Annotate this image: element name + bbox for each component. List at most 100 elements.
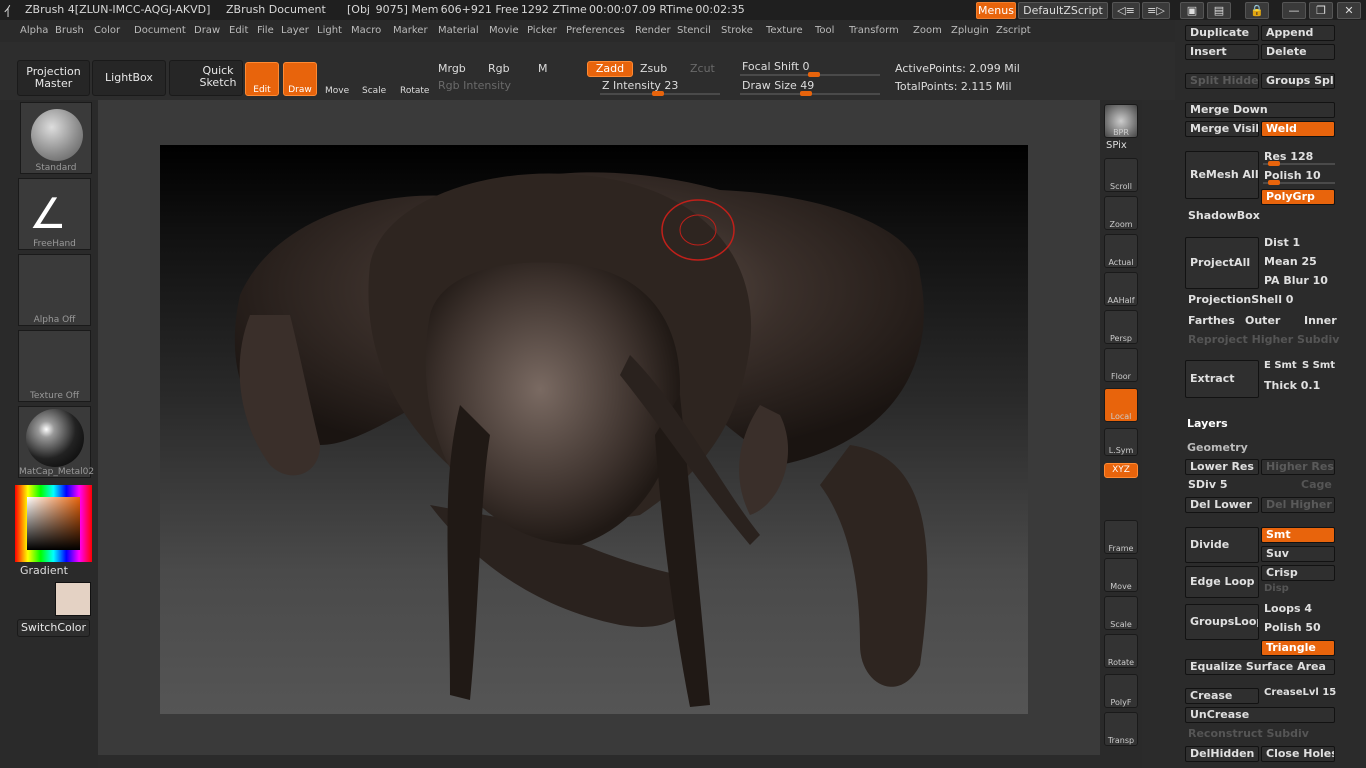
- delete-button[interactable]: Delete: [1261, 44, 1335, 60]
- uncrease-button[interactable]: UnCrease: [1185, 707, 1335, 723]
- outer-button[interactable]: Outer: [1245, 314, 1280, 327]
- z-intensity-slider[interactable]: Z Intensity 23: [602, 79, 678, 92]
- layers-header[interactable]: Layers: [1187, 417, 1228, 430]
- projection-master-button[interactable]: Projection Master: [17, 60, 90, 96]
- menu-movie[interactable]: Movie: [489, 25, 519, 36]
- delhidden-button[interactable]: DelHidden: [1185, 746, 1259, 762]
- material-thumb[interactable]: MatCap_Metal02: [18, 406, 94, 478]
- res-track[interactable]: [1263, 161, 1335, 166]
- farthest-button[interactable]: Farthes: [1188, 314, 1235, 327]
- mrgb-button[interactable]: Mrgb: [438, 62, 466, 75]
- rotate-button[interactable]: Rotate: [400, 86, 429, 96]
- layout2-icon[interactable]: ▤: [1207, 2, 1231, 19]
- zsub-button[interactable]: Zsub: [640, 62, 667, 75]
- edit-button[interactable]: Edit: [245, 62, 279, 96]
- local-button[interactable]: Local: [1104, 388, 1138, 422]
- menu-texture[interactable]: Texture: [766, 25, 803, 36]
- menu-file[interactable]: File: [257, 25, 274, 36]
- append-button[interactable]: Append: [1261, 25, 1335, 41]
- spix-slider[interactable]: SPix: [1106, 140, 1127, 151]
- inner-button[interactable]: Inner: [1304, 314, 1337, 327]
- groupsloops-button[interactable]: GroupsLoops: [1185, 604, 1259, 640]
- extract-button[interactable]: Extract: [1185, 360, 1259, 398]
- layout-icon[interactable]: ▣: [1180, 2, 1204, 19]
- geometry-header[interactable]: Geometry: [1187, 441, 1248, 454]
- menu-macro[interactable]: Macro: [351, 25, 381, 36]
- triangle-button[interactable]: Triangle: [1261, 640, 1335, 656]
- focal-shift-track[interactable]: [740, 72, 880, 77]
- polish50-slider[interactable]: Polish 50: [1264, 621, 1321, 634]
- higher-res-button[interactable]: Higher Res: [1261, 459, 1335, 475]
- move-view-button[interactable]: Move: [1104, 558, 1138, 592]
- merge-down-button[interactable]: Merge Down: [1185, 102, 1335, 118]
- del-lower-button[interactable]: Del Lower: [1185, 497, 1259, 513]
- menu-draw[interactable]: Draw: [194, 25, 220, 36]
- mean-slider[interactable]: Mean 25: [1264, 255, 1317, 268]
- suv-button[interactable]: Suv: [1261, 546, 1335, 562]
- switchcolor-button[interactable]: SwitchColor: [17, 619, 90, 637]
- rgb-intensity-slider[interactable]: Rgb Intensity: [438, 79, 511, 92]
- zcut-button[interactable]: Zcut: [690, 62, 715, 75]
- s-smt-slider[interactable]: S Smt: [1302, 360, 1335, 371]
- menu-document[interactable]: Document: [134, 25, 186, 36]
- menu-render[interactable]: Render: [635, 25, 671, 36]
- quick-sketch-button[interactable]: Quick Sketch: [169, 60, 243, 96]
- equalize-surface-area-button[interactable]: Equalize Surface Area: [1185, 659, 1335, 675]
- scroll-button[interactable]: Scroll: [1104, 158, 1138, 192]
- m-button[interactable]: M: [538, 62, 548, 75]
- weld-button[interactable]: Weld: [1261, 121, 1335, 137]
- close-holes-button[interactable]: Close Holes: [1261, 746, 1335, 762]
- groups-split-button[interactable]: Groups Split: [1261, 73, 1335, 89]
- xyz-button[interactable]: XYZ: [1104, 463, 1138, 478]
- dist-slider[interactable]: Dist 1: [1264, 236, 1300, 249]
- menu-zoom[interactable]: Zoom: [913, 25, 942, 36]
- polyf-button[interactable]: PolyF: [1104, 674, 1138, 708]
- transp-button[interactable]: Transp: [1104, 712, 1138, 746]
- focal-shift-slider[interactable]: Focal Shift 0: [742, 60, 810, 73]
- stroke-thumb[interactable]: ∠ FreeHand: [18, 178, 91, 250]
- remesh-all-button[interactable]: ReMesh All: [1185, 151, 1259, 199]
- menus-button[interactable]: Menus: [976, 2, 1016, 19]
- reconstruct-subdiv-button[interactable]: Reconstruct Subdiv: [1188, 727, 1309, 740]
- polygrp-button[interactable]: PolyGrp: [1261, 189, 1335, 205]
- zoom-button[interactable]: Zoom: [1104, 196, 1138, 230]
- crisp-button[interactable]: Crisp: [1261, 565, 1335, 581]
- brush-thumb[interactable]: Standard: [20, 102, 92, 174]
- loops-slider[interactable]: Loops 4: [1264, 602, 1312, 615]
- lock-icon[interactable]: 🔒: [1245, 2, 1269, 19]
- color-picker[interactable]: [15, 485, 92, 562]
- gradient-label[interactable]: Gradient: [20, 564, 68, 577]
- default-zscript-button[interactable]: DefaultZScript: [1018, 2, 1108, 19]
- insert-button[interactable]: Insert: [1185, 44, 1259, 60]
- smt-button[interactable]: Smt: [1261, 527, 1335, 543]
- del-higher-button[interactable]: Del Higher: [1261, 497, 1335, 513]
- split-hidden-button[interactable]: Split Hidden: [1185, 73, 1259, 89]
- shadowbox-button[interactable]: ShadowBox: [1188, 209, 1260, 222]
- draw-size-track[interactable]: [740, 91, 880, 96]
- menu-marker[interactable]: Marker: [393, 25, 428, 36]
- crease-button[interactable]: Crease: [1185, 688, 1259, 704]
- menu-layer[interactable]: Layer: [281, 25, 309, 36]
- scale-button[interactable]: Scale: [362, 86, 386, 96]
- rgb-button[interactable]: Rgb: [488, 62, 510, 75]
- duplicate-button[interactable]: Duplicate: [1185, 25, 1259, 41]
- alpha-thumb[interactable]: Alpha Off: [18, 254, 91, 326]
- sdiv-slider[interactable]: SDiv 5: [1188, 478, 1227, 491]
- menu-zscript[interactable]: Zscript: [996, 25, 1031, 36]
- reproject-button[interactable]: Reproject Higher Subdiv: [1188, 333, 1339, 346]
- bpr-button[interactable]: BPR: [1104, 104, 1138, 138]
- menu-picker[interactable]: Picker: [527, 25, 557, 36]
- lsym-button[interactable]: L.Sym: [1104, 428, 1138, 456]
- menu-alpha[interactable]: Alpha: [20, 25, 48, 36]
- merge-visible-button[interactable]: Merge Visibl: [1185, 121, 1259, 137]
- zbrush-logo-icon[interactable]: ⺅: [4, 1, 17, 20]
- persp-button[interactable]: Persp: [1104, 310, 1138, 344]
- menu-transform[interactable]: Transform: [849, 25, 899, 36]
- secondary-color-swatch[interactable]: [55, 582, 91, 616]
- cage-button[interactable]: Cage: [1301, 478, 1332, 491]
- e-smt-slider[interactable]: E Smt: [1264, 360, 1297, 371]
- lightbox-button[interactable]: LightBox: [92, 60, 166, 96]
- thick-slider[interactable]: Thick 0.1: [1264, 379, 1320, 392]
- projection-shell-slider[interactable]: ProjectionShell 0: [1188, 293, 1293, 306]
- disp-slider[interactable]: Disp: [1264, 583, 1289, 594]
